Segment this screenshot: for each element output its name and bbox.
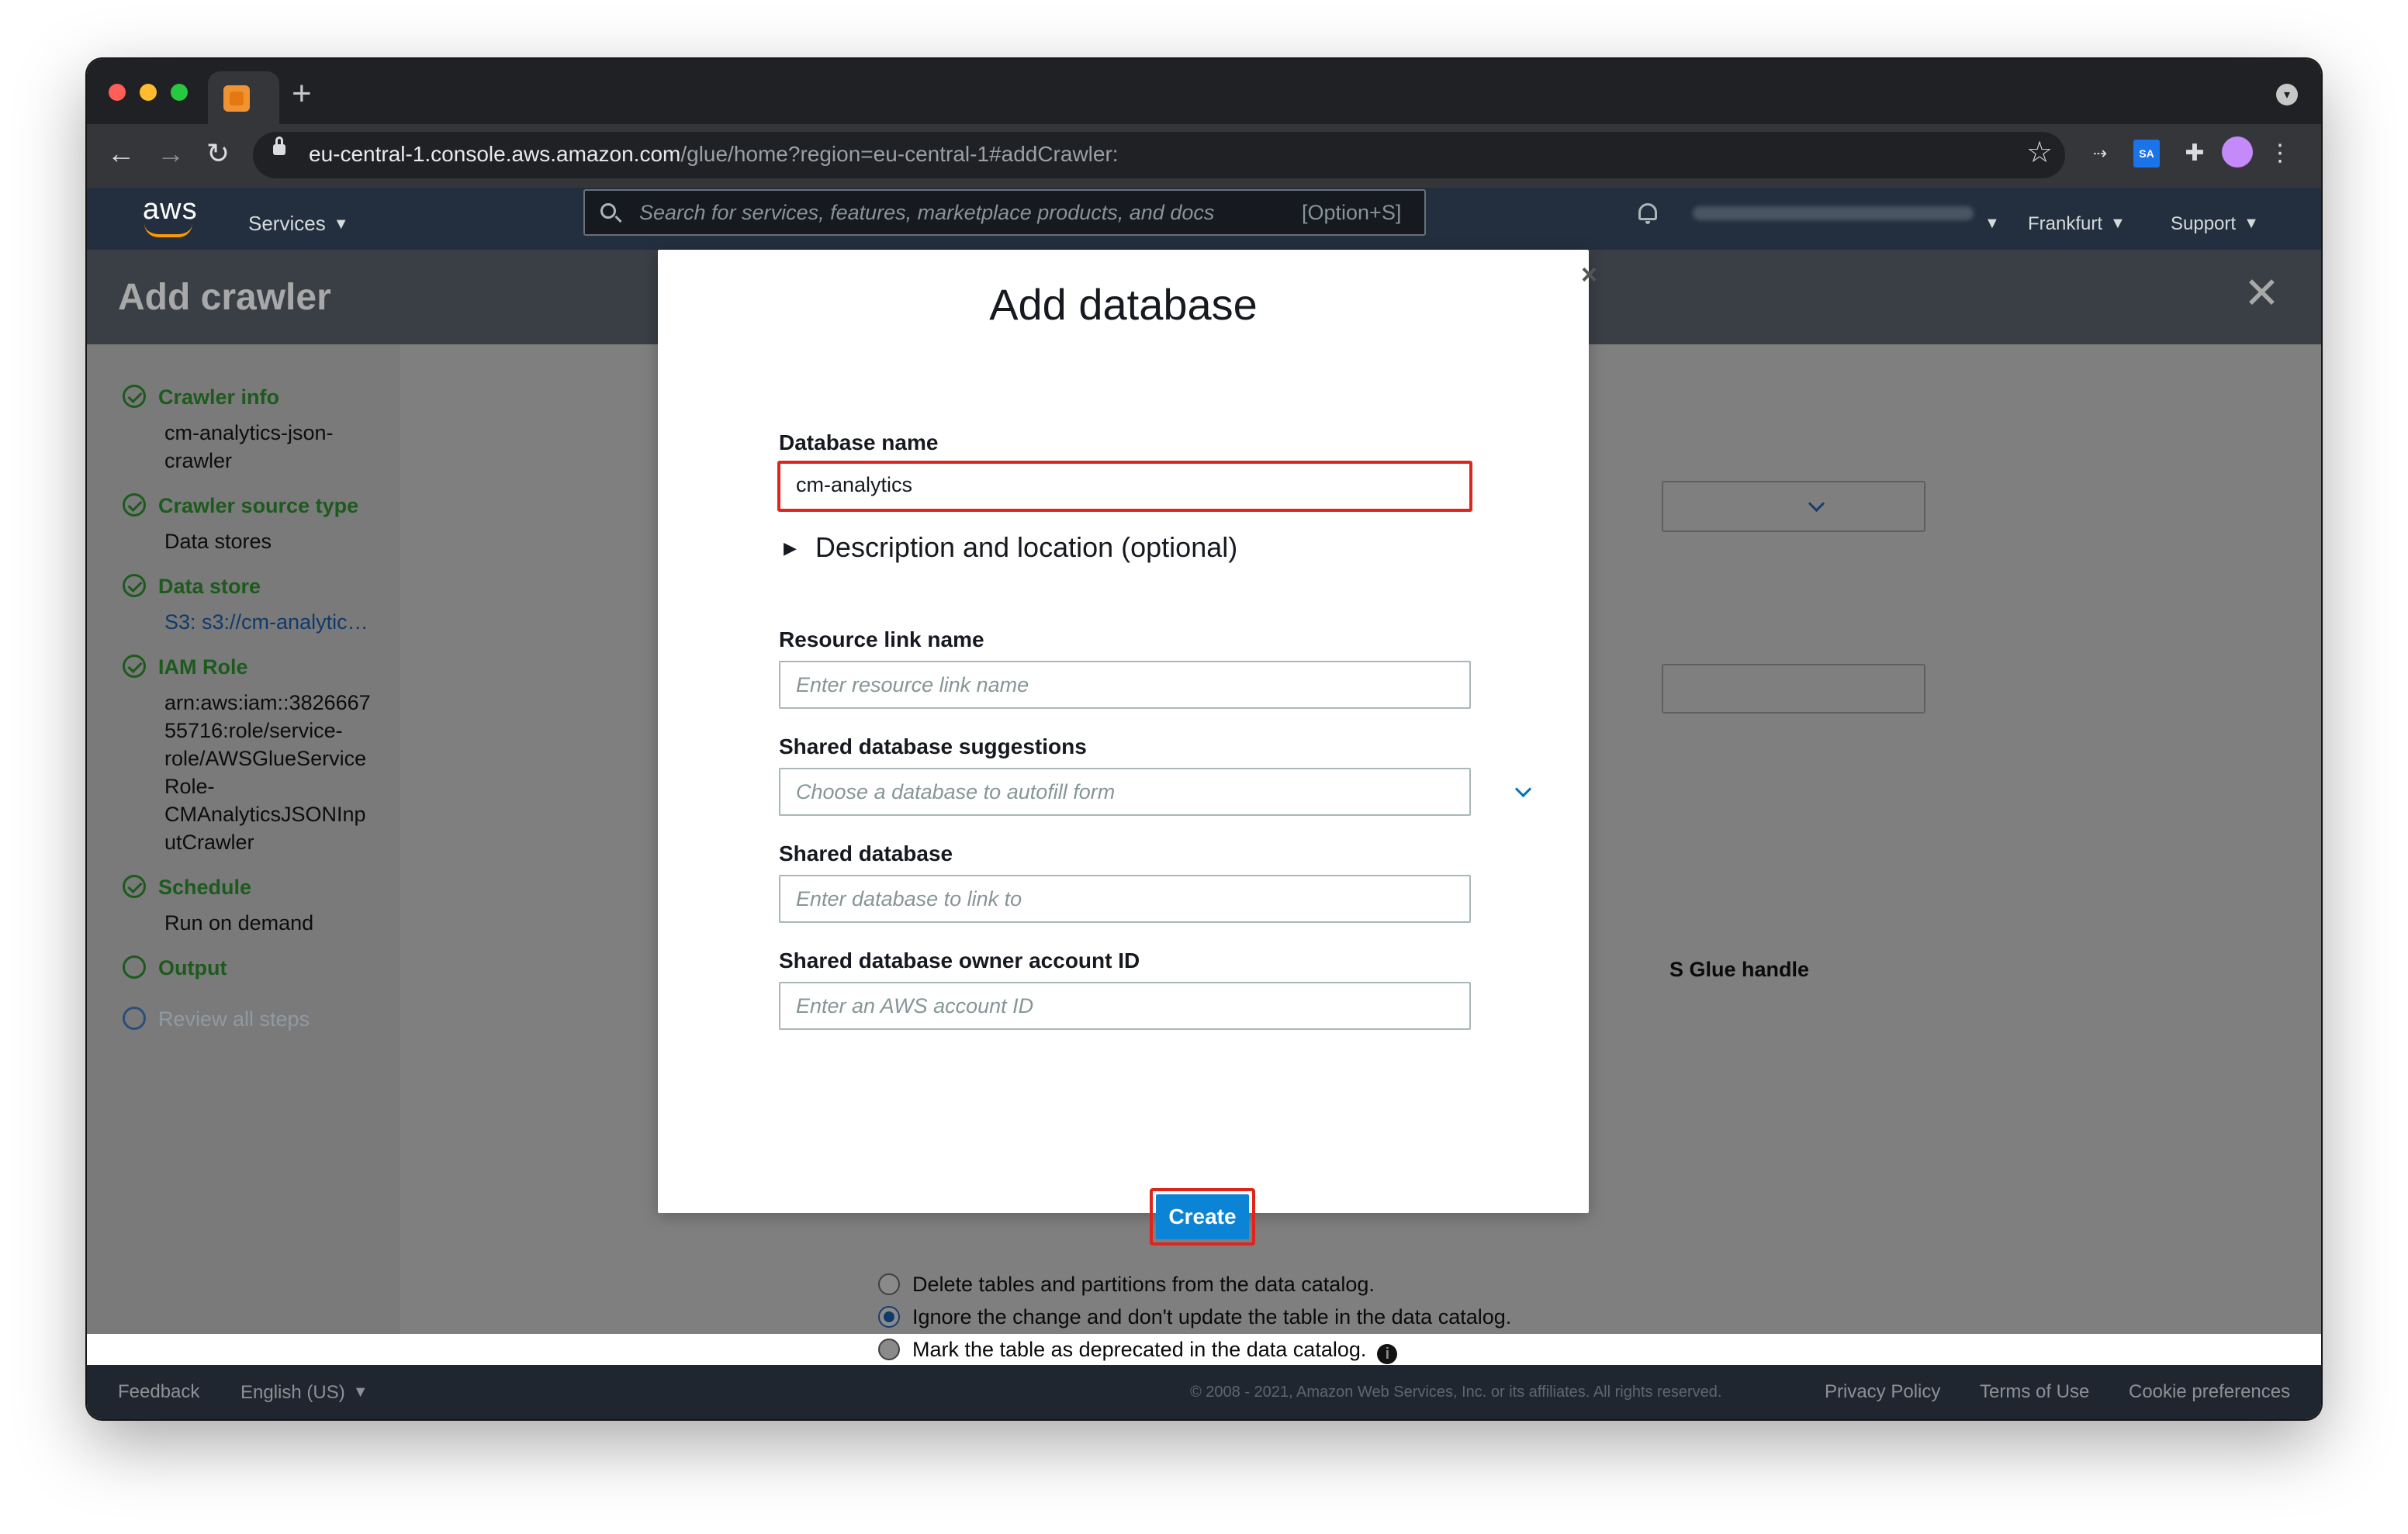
lock-icon <box>273 136 285 155</box>
check-circle-icon <box>123 655 146 678</box>
step-value: cm-analytics-json-crawler <box>164 421 334 472</box>
step-data-store[interactable]: Data store <box>158 574 261 599</box>
shared-database-input[interactable]: Enter database to link to <box>779 875 1471 923</box>
background-label: S Glue handle <box>1669 958 1810 981</box>
option-label: Delete tables and partitions from the da… <box>912 1273 1375 1296</box>
profile-avatar[interactable] <box>2222 136 2253 168</box>
radio-mark-deprecated[interactable] <box>878 1339 900 1360</box>
description-location-toggle[interactable]: ▶ Description and location (optional) <box>784 530 1237 565</box>
step-iam-role[interactable]: IAM Role <box>158 655 248 679</box>
terms-link[interactable]: Terms of Use <box>1980 1380 2089 1404</box>
privacy-link[interactable]: Privacy Policy <box>1825 1380 1940 1404</box>
bookmark-star-icon[interactable]: ☆ <box>2026 135 2053 171</box>
radio-delete-tables[interactable] <box>878 1273 900 1295</box>
chrome-menu-icon[interactable]: ⋮ <box>2268 140 2292 168</box>
owner-account-input[interactable]: Enter an AWS account ID <box>779 982 1471 1030</box>
close-window-button[interactable] <box>109 84 126 101</box>
region-menu[interactable]: Frankfurt ▼ <box>2028 211 2126 237</box>
circle-icon <box>123 1007 146 1030</box>
modal-title: Add database <box>989 280 1258 329</box>
option-label: Ignore the change and don't update the t… <box>912 1305 1512 1328</box>
step-crawler-info[interactable]: Crawler info <box>158 385 279 409</box>
back-arrow-icon[interactable]: ← <box>107 138 135 169</box>
option-label: Mark the table as deprecated in the data… <box>912 1337 1398 1364</box>
resource-link-input[interactable]: Enter resource link name <box>779 661 1471 709</box>
search-placeholder: Search for services, features, marketpla… <box>639 201 1215 224</box>
check-circle-icon <box>123 574 146 597</box>
account-caret-icon[interactable]: ▼ <box>1984 211 2000 236</box>
caret-down-icon: ▼ <box>333 216 349 233</box>
search-shortcut: [Option+S] <box>1302 201 1402 224</box>
url-text[interactable]: eu-central-1.console.aws.amazon.com/glue… <box>309 141 1119 168</box>
background-input <box>1662 664 1925 713</box>
language-select[interactable]: English (US) ▼ <box>240 1380 368 1404</box>
caret-down-icon: ▼ <box>2244 215 2259 232</box>
page-title: Add crawler <box>118 277 331 318</box>
check-circle-icon <box>123 875 146 898</box>
reload-icon[interactable]: ↻ <box>206 138 230 169</box>
check-circle-icon <box>123 493 146 517</box>
owner-account-label: Shared database owner account ID <box>779 948 1140 973</box>
step-output[interactable]: Output <box>158 955 227 980</box>
shared-suggestions-label: Shared database suggestions <box>779 734 1087 758</box>
info-icon[interactable]: i <box>1377 1344 1398 1364</box>
support-menu[interactable]: Support ▼ <box>2171 211 2259 237</box>
radio-ignore-change[interactable] <box>878 1306 900 1328</box>
new-tab-button[interactable]: + <box>292 74 312 113</box>
saml-icon[interactable]: SA <box>2133 140 2160 168</box>
step-review: Review all steps <box>158 1007 310 1031</box>
services-menu[interactable]: Services ▼ <box>248 211 349 237</box>
forward-arrow-icon[interactable]: → <box>157 138 185 169</box>
tab-strip <box>87 59 2321 124</box>
caret-down-icon: ▼ <box>352 1384 368 1401</box>
minimize-window-button[interactable] <box>140 84 157 101</box>
step-source-type[interactable]: Crawler source type <box>158 493 358 518</box>
database-name-input[interactable]: cm-analytics <box>777 461 1472 512</box>
resource-link-label: Resource link name <box>779 627 984 651</box>
add-database-dialog <box>658 250 1589 1213</box>
ext-icon-1[interactable]: ⇢ <box>2087 140 2113 168</box>
shared-database-label: Shared database <box>779 841 953 865</box>
step-schedule[interactable]: Schedule <box>158 875 251 900</box>
check-circle-icon <box>123 385 146 408</box>
step-value: Run on demand <box>164 911 314 935</box>
step-value: Data stores <box>164 530 272 553</box>
search-icon <box>600 203 616 219</box>
shared-suggestions-select[interactable]: Choose a database to autofill form <box>779 768 1471 816</box>
zoom-window-button[interactable] <box>171 84 188 101</box>
create-button[interactable]: Create <box>1156 1194 1249 1239</box>
cookie-preferences-link[interactable]: Cookie preferences <box>2129 1380 2290 1404</box>
close-wizard-icon[interactable]: ✕ <box>2244 270 2280 316</box>
bell-icon[interactable] <box>1638 203 1657 224</box>
database-name-label: Database name <box>779 430 939 454</box>
caret-down-icon: ▼ <box>2110 215 2126 232</box>
account-menu-redacted[interactable] <box>1693 206 1974 220</box>
aws-logo[interactable]: aws <box>143 194 198 225</box>
background-select <box>1662 481 1925 532</box>
aws-smile-icon <box>144 223 192 237</box>
circle-icon <box>123 955 146 979</box>
aws-favicon-icon <box>223 85 250 112</box>
feedback-link[interactable]: Feedback <box>118 1380 199 1404</box>
copyright-text: © 2008 - 2021, Amazon Web Services, Inc.… <box>1190 1384 1722 1401</box>
puzzle-icon[interactable]: ✚ <box>2181 140 2208 168</box>
tab-search-icon[interactable]: ▾ <box>2276 84 2298 105</box>
caret-right-icon: ▶ <box>784 538 797 558</box>
step-value: arn:aws:iam::3826667 55716:role/service-r… <box>164 691 371 854</box>
data-store-link[interactable]: S3: s3://cm-analytic… <box>164 608 389 636</box>
